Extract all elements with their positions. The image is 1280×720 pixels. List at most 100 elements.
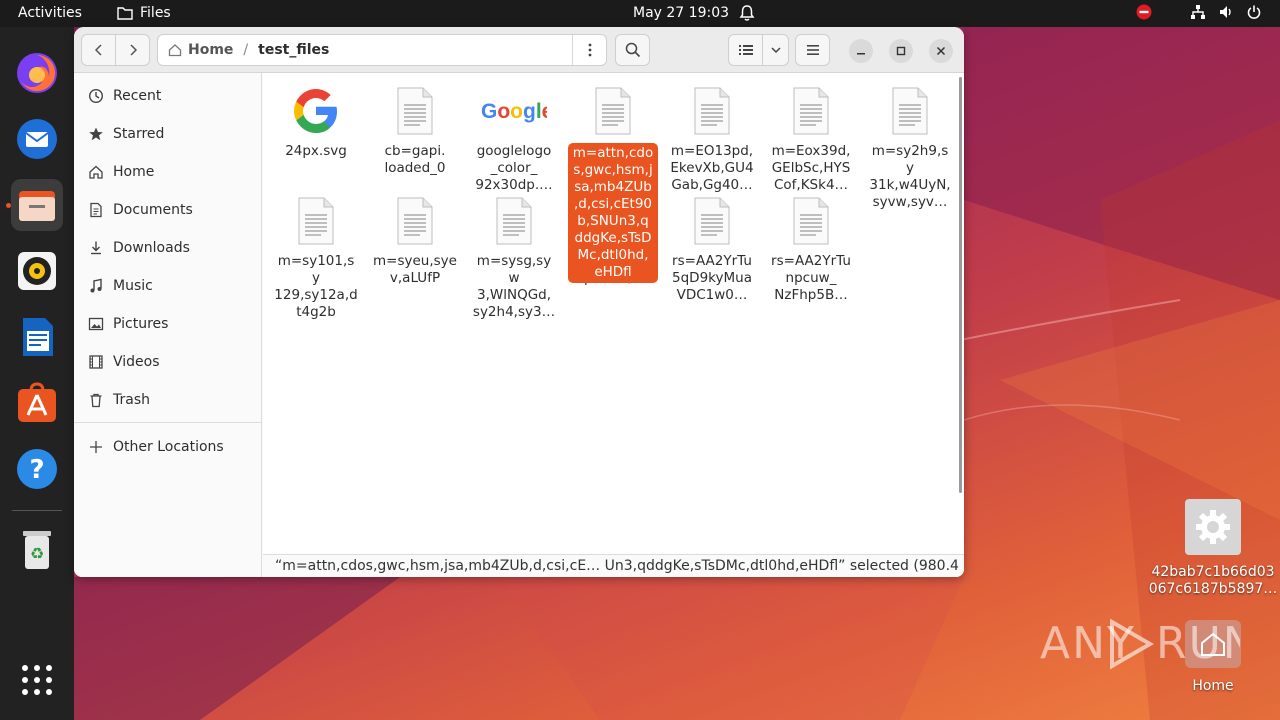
text-file-icon (370, 81, 460, 141)
firefox-icon[interactable] (11, 47, 63, 99)
file-item[interactable]: m=sy2h9,sy 31k,w4UyN, syvw,syv… (865, 81, 955, 211)
system-tray[interactable] (1136, 4, 1280, 20)
sidebar-item-label: Starred (113, 126, 165, 142)
path-separator: / (243, 42, 249, 58)
file-item[interactable]: m=sysg,syw 3,WlNQGd, sy2h4,sy3… (469, 191, 559, 321)
plus-icon (88, 439, 104, 455)
sidebar: Recent Starred Home Documents Downloads … (74, 73, 262, 577)
anyrun-logo: ANY RUN (1040, 618, 1256, 670)
desktop-file-icon[interactable] (1185, 499, 1241, 555)
sidebar-item-home[interactable]: Home (74, 157, 262, 187)
sidebar-item-label: Music (113, 278, 153, 294)
file-item[interactable]: m=EO13pd, EkevXb,GU4 Gab,Gg40… (667, 81, 757, 194)
sidebar-item-recent[interactable]: Recent (74, 81, 262, 111)
main-menu-button[interactable] (795, 34, 830, 66)
file-item[interactable]: m=attn,cdo s,gwc,hsm,j sa,mb4ZUb ,d,csi,… (568, 81, 658, 283)
dock-separator (12, 510, 62, 511)
path-bar: Home / test_files (157, 34, 607, 66)
minimize-button[interactable] (849, 39, 873, 63)
power-icon (1247, 5, 1261, 19)
gear-icon (1196, 510, 1230, 544)
path-home[interactable]: Home (188, 42, 233, 58)
video-icon (88, 354, 104, 370)
chevron-left-icon (94, 44, 102, 56)
file-item[interactable]: rs=AA2YrTu 5qD9kyMua VDC1w0… (667, 191, 757, 304)
forward-button[interactable] (115, 34, 150, 66)
sidebar-item-downloads[interactable]: Downloads (74, 233, 262, 263)
file-item[interactable]: cb=gapi. loaded_0 (370, 81, 460, 177)
header-bar: Home / test_files (74, 27, 964, 73)
file-item[interactable]: 24px.svg (271, 81, 361, 160)
list-view-button[interactable] (728, 34, 763, 66)
download-icon (88, 240, 104, 256)
file-name: m=syeu,sye v,aLUfP (373, 253, 457, 286)
file-name: m=attn,cdo s,gwc,hsm,j sa,mb4ZUb ,d,csi,… (568, 143, 658, 283)
file-item[interactable]: m=syeu,sye v,aLUfP (370, 191, 460, 287)
file-name: googlelogo _color_ 92x30dp.… (475, 143, 553, 193)
folder-icon (117, 7, 133, 20)
sidebar-item-music[interactable]: Music (74, 271, 262, 301)
back-button[interactable] (81, 34, 116, 66)
app-menu[interactable]: Files (117, 5, 171, 21)
status-bar: “m=attn,cdos,gwc,hsm,jsa,mb4ZUb,d,csi,cE… (263, 554, 964, 577)
app-center-icon[interactable] (11, 377, 63, 429)
sidebar-item-label: Trash (113, 392, 150, 408)
thunderbird-icon[interactable] (11, 113, 63, 165)
sidebar-item-other-locations[interactable]: Other Locations (74, 432, 262, 462)
file-item[interactable]: Google googlelogo _color_ 92x30dp.… (469, 81, 559, 194)
files-window: Home / test_files Recent Starred Home Do… (74, 27, 964, 577)
top-bar: Activities Files May 27 19:03 (0, 0, 1280, 27)
scrollbar[interactable] (959, 77, 962, 493)
file-name: 24px.svg (285, 143, 347, 159)
network-icon (1191, 5, 1205, 19)
writer-icon[interactable] (11, 311, 63, 363)
files-icon[interactable] (11, 179, 63, 231)
kebab-menu-icon (588, 43, 592, 57)
star-icon (88, 126, 104, 142)
clock[interactable]: May 27 19:03 (633, 5, 729, 21)
sidebar-item-videos[interactable]: Videos (74, 347, 262, 377)
music-icon (88, 278, 104, 294)
maximize-icon (896, 46, 906, 56)
svg-text:?: ? (29, 455, 44, 485)
maximize-button[interactable] (889, 39, 913, 63)
no-entry-icon (1136, 4, 1152, 20)
sidebar-item-label: Pictures (113, 316, 169, 332)
search-icon (625, 42, 640, 58)
sidebar-item-label: Downloads (113, 240, 190, 256)
document-icon (88, 202, 104, 218)
bell-icon[interactable] (739, 4, 755, 26)
sidebar-item-documents[interactable]: Documents (74, 195, 262, 225)
home-icon (168, 44, 182, 57)
running-indicator (6, 203, 11, 208)
search-button[interactable] (615, 34, 650, 66)
picture-icon (88, 316, 104, 332)
file-name: rs=AA2YrTu 5qD9kyMua VDC1w0… (672, 253, 752, 303)
show-apps-icon[interactable] (11, 654, 63, 706)
help-icon[interactable]: ? (11, 443, 63, 495)
chevron-right-icon (129, 44, 137, 56)
sidebar-item-trash[interactable]: Trash (74, 385, 262, 415)
activities-button[interactable]: Activities (18, 5, 82, 21)
sidebar-item-label: Videos (113, 354, 160, 370)
desktop-file-label[interactable]: 42bab7c1b66d03 067c6187b5897… (1148, 564, 1278, 598)
file-item[interactable]: rs=AA2YrTu npcuw_ NzFhp5B… (766, 191, 856, 304)
sidebar-item-starred[interactable]: Starred (74, 119, 262, 149)
sidebar-item-pictures[interactable]: Pictures (74, 309, 262, 339)
volume-icon (1220, 6, 1231, 18)
path-menu-button[interactable] (572, 35, 607, 65)
minimize-icon (857, 53, 865, 55)
file-item[interactable]: m=sy101,sy 129,sy12a,d t4g2b (271, 191, 361, 321)
trash-dock-icon[interactable]: ♻ (11, 524, 63, 576)
file-item[interactable]: m=Eox39d, GElbSc,HYS Cof,KSk4… (766, 81, 856, 194)
svg-text:Google: Google (481, 100, 547, 123)
file-name: m=sysg,syw 3,WlNQGd, sy2h4,sy3… (472, 253, 556, 320)
view-options-button[interactable] (762, 34, 789, 66)
close-button[interactable] (929, 39, 953, 63)
anyrun-watermark: ANY RUN (1040, 610, 1256, 672)
desktop-home-label[interactable]: Home (1148, 678, 1278, 695)
rhythmbox-icon[interactable] (11, 245, 63, 297)
file-name: m=sy2h9,sy 31k,w4UyN, syvw,syv… (869, 143, 951, 210)
path-current[interactable]: test_files (258, 42, 329, 58)
text-file-icon (568, 81, 658, 141)
